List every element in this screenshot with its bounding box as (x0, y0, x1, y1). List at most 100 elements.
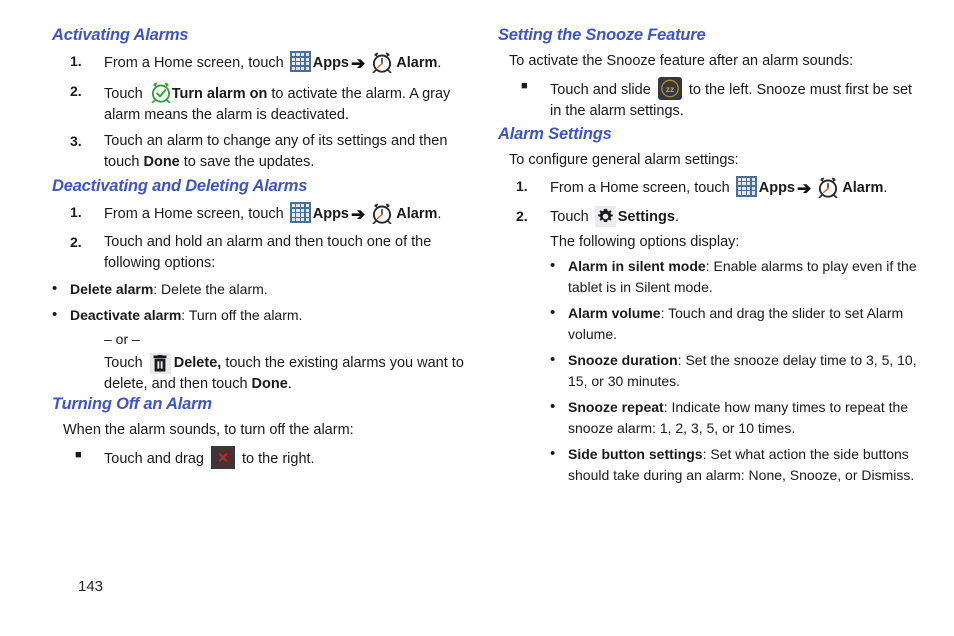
red-x-dismiss-icon (211, 446, 235, 470)
dot-bullet-icon: • (52, 305, 58, 323)
numbered-step: 2. Touch Settings. (498, 205, 918, 228)
numbered-step: 3. Touch an alarm to change any of its se… (52, 131, 472, 174)
arrow-right-icon: ➔ (797, 178, 812, 198)
dot-bullet-icon: • (550, 398, 556, 416)
numbered-step: 1. From a Home screen, touch Apps ➔ Alarm. (498, 175, 918, 202)
option-label: Side button settings (568, 446, 703, 463)
option-item: • Side button settings: Set what action t… (550, 444, 918, 486)
numbered-step: 1. From a Home screen, touch Apps ➔ Alarm. (52, 50, 472, 77)
emphasis-text: Done (143, 153, 180, 170)
option-item: • Snooze duration: Set the snooze delay t… (550, 350, 918, 392)
body-text: Touch and hold an alarm and then touch o… (104, 234, 432, 272)
body-text: . (437, 54, 442, 71)
emphasis-text: Turn alarm on (171, 85, 268, 102)
option-label: Alarm volume (568, 305, 661, 322)
emphasis-text: Alarm (396, 54, 438, 71)
emphasis-text: Apps (312, 206, 349, 223)
page-number: 143 (78, 578, 104, 595)
step-text: Touch an alarm to change any of its sett… (104, 133, 447, 170)
option-description: : Turn off the alarm. (181, 306, 303, 323)
numbered-step: 2. Touch Turn alarm on to activate the al… (52, 81, 472, 127)
svg-text:zz: zz (666, 84, 675, 94)
snooze-zz-icon: zz (657, 76, 682, 100)
body-text: . (437, 206, 442, 223)
option-label: Alarm in silent mode (568, 258, 706, 275)
body-text: Touch and drag (104, 451, 208, 468)
square-bullet-item: ■ Touch and drag to the right. (52, 446, 472, 470)
dot-bullet-icon: • (550, 304, 556, 322)
body-text: . (674, 208, 679, 225)
alarm-settings-lead: To configure general alarm settings: (509, 151, 739, 168)
body-text: From a Home screen, touch (104, 206, 288, 223)
alarm-clock-icon (816, 176, 840, 198)
step-text: From a Home screen, touch Apps ➔ Alarm. (104, 202, 442, 225)
option-label: Snooze repeat (568, 399, 664, 416)
alarm-settings-steps: 1. From a Home screen, touch Apps ➔ Alarm. 2… (498, 175, 918, 228)
body-text: Touch (104, 85, 147, 102)
step-number: 2. (516, 207, 528, 224)
emphasis-text: Done (251, 376, 288, 393)
step-number: 2. (70, 82, 82, 99)
body-text: to the right. (238, 451, 315, 468)
body-text: to save the updates. (179, 153, 315, 170)
option-item: • Delete alarm: Delete the alarm. (52, 279, 472, 300)
step-number: 1. (70, 204, 82, 221)
turning-off-lead: When the alarm sounds, to turn off the a… (63, 422, 354, 439)
option-item: • Alarm volume: Touch and drag the slider… (550, 303, 918, 345)
delete-alarms-instruction: Touch Delete, touch the existing alarms … (52, 352, 472, 396)
option-item: • Snooze repeat: Indicate how many times … (550, 397, 918, 439)
emphasis-text: Alarm (396, 206, 438, 223)
step-number: 1. (70, 52, 82, 69)
option-label: Snooze duration (568, 352, 678, 369)
step-text: Touch Turn alarm on to activate the alar… (104, 82, 450, 123)
emphasis-text: Apps (758, 179, 795, 196)
emphasis-text: Settings (617, 208, 675, 225)
snooze-lead: To activate the Snooze feature after an … (509, 52, 854, 69)
body-text: . (287, 376, 292, 393)
left-column: Activating Alarms 1. From a Home screen, … (52, 26, 472, 473)
body-text: From a Home screen, touch (104, 54, 288, 71)
heading-alarm-settings: Alarm Settings (498, 124, 612, 143)
numbered-step: 1. From a Home screen, touch Apps ➔ Alarm. (52, 202, 472, 228)
emphasis-text: Apps (312, 54, 349, 71)
activating-alarms-steps: 1. From a Home screen, touch Apps ➔ Alarm. 2… (52, 50, 472, 174)
body-text: Touch and slide (550, 81, 655, 98)
alarm-settings-options-list: • Alarm in silent mode: Enable alarms to … (550, 256, 918, 486)
gear-icon (594, 205, 616, 227)
dot-bullet-icon: • (550, 445, 556, 463)
emphasis-text: Delete, (173, 354, 222, 371)
square-bullet-icon: ■ (521, 79, 528, 92)
apps-grid-icon (735, 175, 757, 197)
step-text: From a Home screen, touch Apps ➔ Alarm. (550, 175, 887, 198)
right-column: Setting the Snooze Feature To activate t… (498, 26, 918, 491)
heading-deactivating-deleting-alarms: Deactivating and Deleting Alarms (52, 177, 308, 196)
dot-bullet-icon: • (52, 279, 58, 297)
emphasis-text: Alarm (842, 179, 884, 196)
snooze-bullets: ■ Touch and slide zz to the left. Snooze … (498, 76, 918, 123)
step-number: 1. (516, 177, 528, 194)
apps-grid-icon (289, 50, 311, 72)
square-bullet-item: ■ Touch and slide zz to the left. Snooze … (498, 76, 918, 123)
option-label: Deactivate alarm (70, 306, 182, 323)
alarm-clock-icon (370, 202, 394, 225)
numbered-step: 2. Touch and hold an alarm and then touch… (52, 232, 472, 275)
heading-setting-the-snooze-feature: Setting the Snooze Feature (498, 26, 706, 44)
apps-grid-icon (289, 202, 311, 224)
alarm-clock-green-check-icon (149, 81, 171, 104)
options-display-lead: The following options display: (550, 233, 740, 250)
bullet-text: Touch and drag to the right. (104, 446, 315, 470)
arrow-right-icon: ➔ (351, 205, 366, 225)
dot-bullet-icon: • (550, 351, 556, 369)
dot-bullet-icon: • (550, 257, 556, 275)
body-text: Touch (104, 354, 147, 371)
heading-turning-off-an-alarm: Turning Off an Alarm (52, 395, 212, 414)
body-text: From a Home screen, touch (550, 179, 734, 196)
manual-page: Activating Alarms 1. From a Home screen, … (0, 0, 954, 636)
trash-can-icon (149, 352, 171, 374)
step-text: Touch Settings. (550, 205, 679, 227)
bullet-text: Touch and slide zz to the left. Snooze m… (550, 76, 912, 119)
arrow-right-icon: ➔ (351, 53, 366, 73)
option-item: • Deactivate alarm: Turn off the alarm. (52, 305, 472, 326)
deactivating-options-list: • Delete alarm: Delete the alarm. • Deactiv… (52, 279, 472, 326)
step-text: From a Home screen, touch Apps ➔ Alarm. (104, 50, 442, 74)
